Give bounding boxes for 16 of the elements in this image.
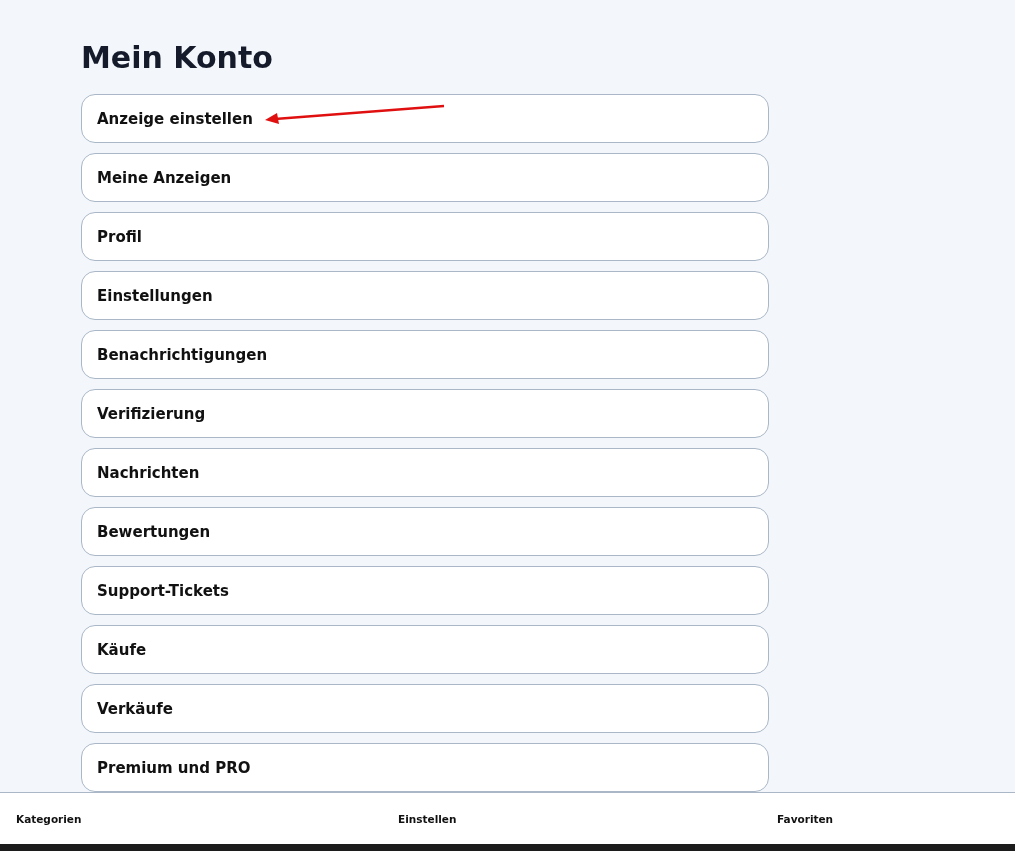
- menu-item[interactable]: Anzeige einstellen: [81, 94, 769, 143]
- nav-link[interactable]: Favoriten: [777, 812, 834, 825]
- menu-item[interactable]: Meine Anzeigen: [81, 153, 769, 202]
- menu-item[interactable]: Support-Tickets: [81, 566, 769, 615]
- menu-item[interactable]: Verkäufe: [81, 684, 769, 733]
- menu-item[interactable]: Einstellungen: [81, 271, 769, 320]
- page-title: Mein Konto: [81, 40, 274, 76]
- nav-link[interactable]: Einstellen: [398, 812, 777, 825]
- menu-item[interactable]: Verifizierung: [81, 389, 769, 438]
- menu-item[interactable]: Nachrichten: [81, 448, 769, 497]
- menu-item[interactable]: Benachrichtigungen: [81, 330, 769, 379]
- menu-item[interactable]: Bewertungen: [81, 507, 769, 556]
- nav-link[interactable]: Kategorien: [16, 812, 398, 825]
- menu-item[interactable]: Premium und PRO: [81, 743, 769, 792]
- menu-item[interactable]: Käufe: [81, 625, 769, 674]
- menu-item[interactable]: Profil: [81, 212, 769, 261]
